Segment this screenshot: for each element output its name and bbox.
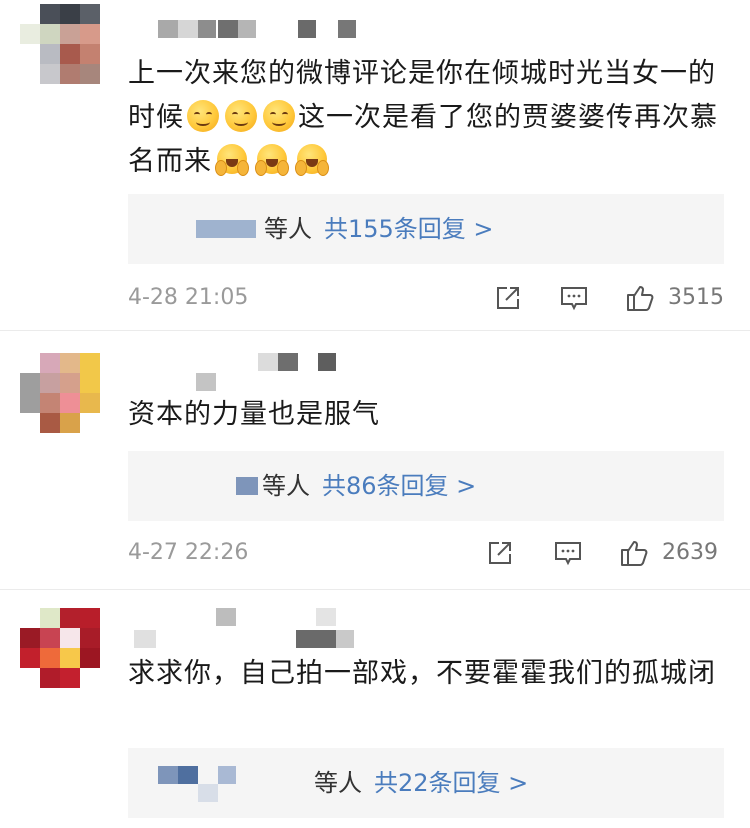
reply-who: 等人 [314,769,362,797]
comment-footer: 4-27 22:26 2639 [128,533,724,573]
replier-name-blurred [196,220,256,238]
comment-text: 资本的力量也是服气 [128,399,380,430]
comment-text: 求求你，自己拍一部戏，不要霍霍我们的孤城闭 [128,658,716,689]
username-blurred[interactable] [196,353,346,393]
avatar[interactable] [20,353,100,433]
reply-who: 等人 [262,472,310,500]
avatar[interactable] [20,608,100,688]
hug-emoji-icon [255,144,289,176]
replier-name-blurred [236,477,258,495]
like-icon[interactable] [618,537,650,569]
hug-emoji-icon [215,144,249,176]
share-icon[interactable] [484,537,516,569]
comment-icon[interactable] [558,282,590,314]
reply-who: 等人 [264,215,312,243]
avatar[interactable] [20,4,100,84]
smile-emoji-icon [225,100,257,132]
smile-emoji-icon [263,100,295,132]
reply-summary[interactable]: 等人 共22条回复 > [128,748,724,818]
like-icon[interactable] [624,282,656,314]
like-count: 2639 [662,540,718,565]
comment-date: 4-27 22:26 [128,540,249,565]
reply-summary[interactable]: 等人 共155条回复 > [128,194,724,264]
comment-icon[interactable] [552,537,584,569]
username-blurred[interactable] [134,608,374,648]
comment-item: 资本的力量也是服气 等人 共86条回复 > 4-27 22:26 2639 [0,331,750,589]
reply-summary-text: 等人 共155条回复 > [264,194,494,264]
reply-count-link[interactable]: 共155条回复 > [324,215,494,243]
hug-emoji-icon [295,144,329,176]
replier-name-blurred [198,784,218,802]
replier-name-blurred [158,766,178,784]
replier-name-blurred [178,766,198,784]
like-count: 3515 [668,285,724,310]
reply-summary-text: 等人 共22条回复 > [314,748,528,818]
comment-footer: 4-28 21:05 3515 [128,278,724,318]
reply-count-link[interactable]: 共86条回复 > [322,472,476,500]
replier-name-blurred [218,766,236,784]
comment-item: 上一次来您的微博评论是你在倾城时光当女一的时候 这一次是看了您的贾婆婆传再次慕名而… [0,0,750,330]
share-icon[interactable] [492,282,524,314]
reply-count-link[interactable]: 共22条回复 > [374,769,528,797]
comment-item: 求求你，自己拍一部戏，不要霍霍我们的孤城闭 等人 共22条回复 > [0,590,750,828]
username-blurred[interactable] [158,20,358,38]
smile-emoji-icon [187,100,219,132]
comment-text: 上一次来您的微博评论是你在倾城时光当女一的时候 这一次是看了您的贾婆婆传再次慕名而… [128,52,728,184]
comment-date: 4-28 21:05 [128,285,249,310]
reply-summary-text: 等人 共86条回复 > [262,451,476,521]
reply-summary[interactable]: 等人 共86条回复 > [128,451,724,521]
